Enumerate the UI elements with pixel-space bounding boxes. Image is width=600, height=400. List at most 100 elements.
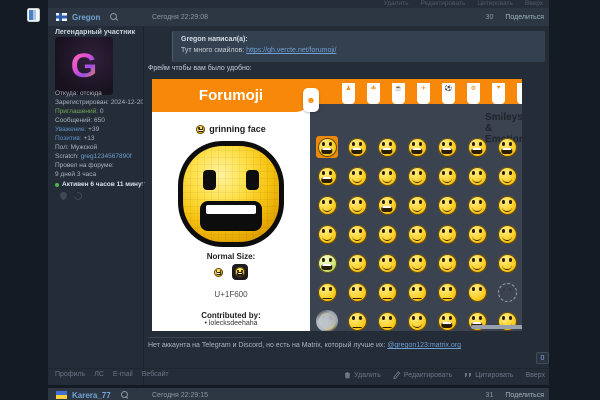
emoji-cell-face-with-hand-over-mouth[interactable] [376,252,398,274]
avatar[interactable]: G [55,37,113,95]
contributor-item: • lolecksdeehaha [152,320,310,327]
emoji-cell-smirking-face[interactable] [346,310,368,331]
emoji-cell-grinning-face[interactable] [316,136,338,158]
username-link[interactable]: Gregon [72,13,100,22]
tab-travel[interactable]: ✈ [417,83,430,104]
tab-activities[interactable]: ⚽ [442,83,455,104]
share-link[interactable]: Поделиться [505,14,544,21]
emoji-title: grinning face [152,124,310,134]
emoji-cell-star-struck[interactable] [376,194,398,216]
post-number: 30 [486,14,494,21]
emoji-cell-shushing-face[interactable] [466,252,488,274]
emoji-cell-face-with-tears-of-joy[interactable] [316,165,338,187]
finland-flag-icon [56,13,67,21]
emoji-cell-grinning-face-with-smiling-eyes[interactable] [376,136,398,158]
emoji-cell-saluting-face[interactable] [316,281,338,303]
emoji-cell-face-with-raised-eyebrow[interactable] [376,281,398,303]
ukraine-flag-icon [56,391,67,399]
emoji-cell-rolling-on-the-floor-laughing[interactable] [496,136,518,158]
tab-symbols[interactable]: ♥ [492,83,505,104]
emoji-cell-kissing-face[interactable] [436,194,458,216]
bookmark-icon[interactable] [27,8,40,22]
tab-nature[interactable]: ☘ [367,83,380,104]
profile-link-e-mail[interactable]: E-mail [113,371,133,378]
emoji-cell-face-without-mouth[interactable] [466,281,488,303]
emoji-cell-grinning-face-with-sweat[interactable] [466,136,488,158]
emoji-cell-squinting-face-with-tongue[interactable] [496,223,518,245]
previous-post-action[interactable]: Вверх [525,0,543,7]
tab-objects[interactable]: ⚙ [467,83,480,104]
online-dot-icon [55,183,59,187]
top-button[interactable]: Вверх [525,372,545,379]
emoji-cell-thinking-face[interactable] [496,252,518,274]
emoji-glyph [408,167,427,186]
horizontal-scrollbar[interactable] [471,325,522,329]
rating-badge[interactable]: 0 [536,352,549,364]
emoji-cell-smiling-face-with-heart-eyes[interactable] [346,194,368,216]
edit-button[interactable]: Редактировать [393,371,452,379]
emoji-cell-winking-face-with-tongue[interactable] [436,223,458,245]
emoji-cell-upside-down-face[interactable] [376,165,398,187]
tab-smileys-active[interactable]: ☻ [303,88,319,112]
emoji-cell-dotted-line-face[interactable] [496,281,518,303]
emoji-cell-smiling-face-with-smiling-eyes[interactable] [466,165,488,187]
normal-size-label: Normal Size: [152,252,310,261]
emoji-cell-slightly-smiling-face[interactable] [346,165,368,187]
emoji-glyph [348,167,367,186]
emoji-glyph [438,312,457,331]
previous-post-action[interactable]: Цитировать [477,0,513,7]
emoji-cell-zipper-mouth-face[interactable] [346,281,368,303]
forumoji-iframe[interactable]: grinning face Normal Size: U+1F600 [152,79,522,331]
previous-post-action[interactable]: Удалить [384,0,409,7]
grinning-face-icon [196,125,205,134]
stat-line: Пол: Мужской [55,143,145,152]
search-icon[interactable] [110,13,119,22]
tab-flags[interactable]: ⚑ [517,83,522,104]
profile-link-лс[interactable]: ЛС [94,371,104,378]
emoji-cell-face-with-open-eyes-and-hand-over-mouth[interactable] [406,252,428,274]
emoji-cell-unamused-face[interactable] [376,310,398,331]
delete-button[interactable]: Удалить [344,371,381,379]
next-share-link[interactable]: Поделиться [505,392,544,399]
profile-links: Профиль ЛС E-mail Вебсайт [55,371,169,378]
forumoji-url-link[interactable]: https://gh.vercte.net/forumoji/ [246,47,336,54]
previous-post-action[interactable]: Редактировать [420,0,465,7]
quote-button[interactable]: Цитировать [464,372,513,379]
emoji-cell-neutral-face[interactable] [406,281,428,303]
emoji-cell-smiling-face-with-tear[interactable] [346,223,368,245]
emoji-cell-face-in-clouds[interactable] [316,310,338,331]
emoji-cell-beaming-face-with-smiling-eyes[interactable] [406,136,428,158]
emoji-cell-grimacing-face[interactable] [436,310,458,331]
emoji-cell-face-with-rolling-eyes[interactable] [406,310,428,331]
emoji-glyph [438,225,457,244]
emoji-cell-zany-face[interactable] [466,223,488,245]
emoji-cell-face-with-peeking-eye[interactable] [436,252,458,274]
scratch-profile-link[interactable]: greg1234567890f [81,153,132,160]
search-icon[interactable] [121,391,130,400]
tab-people[interactable]: ♟ [342,83,355,104]
profile-link-профиль[interactable]: Профиль [55,371,85,378]
emoji-cell-melting-face[interactable] [406,165,428,187]
emoji-cell-grinning-face-with-big-eyes[interactable] [346,136,368,158]
emoji-cell-kissing-face-with-smiling-eyes[interactable] [316,223,338,245]
emoji-cell-face-blowing-a-kiss[interactable] [406,194,428,216]
emoji-cell-grinning-squinting-face[interactable] [436,136,458,158]
emoji-cell-expressionless-face[interactable] [436,281,458,303]
emoji-cell-money-mouth-face[interactable] [316,252,338,274]
emoji-cell-kissing-face-with-closed-eyes[interactable] [496,194,518,216]
emoji-cell-smiling-face-with-open-hands[interactable] [346,252,368,274]
emoji-cell-winking-face[interactable] [436,165,458,187]
next-username-link[interactable]: Karera_77 [72,391,111,400]
emoji-cell-face-savoring-food[interactable] [376,223,398,245]
emoji-glyph [378,312,397,331]
profile-link-вебсайт[interactable]: Вебсайт [142,371,169,378]
emoji-cell-smiling-face-with-halo[interactable] [496,165,518,187]
tab-food[interactable]: ☕ [392,83,405,104]
signature-divider [148,337,263,338]
emoji-size-samples [152,264,310,280]
matrix-link[interactable]: @gregon123:matrix.org [387,342,461,349]
stat-line: Сообщений: 650 [55,116,145,125]
emoji-cell-face-with-tongue[interactable] [406,223,428,245]
emoji-cell-smiling-face-with-hearts[interactable] [316,194,338,216]
emoji-cell-smiling-face[interactable] [466,194,488,216]
